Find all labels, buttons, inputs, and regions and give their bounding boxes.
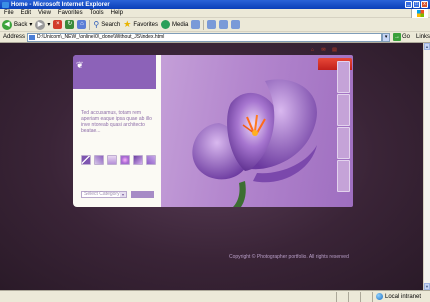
address-bar: Address D:\Unicom\_NEW_\online\0\_done\W… (0, 32, 430, 43)
go-label: Go (401, 34, 410, 40)
edit-icon[interactable] (231, 20, 241, 29)
address-dropdown-icon[interactable]: ▾ (382, 32, 390, 42)
menu-bar: File Edit View Favorites Tools Help (0, 9, 430, 18)
thumbnail[interactable] (120, 155, 130, 165)
maximize-button[interactable]: □ (413, 1, 420, 8)
sitemap-icon[interactable]: ▤ (332, 48, 337, 53)
refresh-icon[interactable]: ↻ (65, 20, 75, 29)
menu-tools[interactable]: Tools (90, 10, 104, 16)
status-bar: Local intranet (0, 290, 430, 302)
forward-button[interactable]: ▶ ▾ (35, 19, 50, 30)
flower-stem (233, 181, 246, 207)
address-input[interactable]: D:\Unicom\_NEW_\online\0\_done\Without_J… (27, 32, 383, 42)
page-icon (29, 34, 36, 40)
title-bar: Home - Microsoft Internet Explorer _ □ x (0, 0, 430, 9)
category-select[interactable]: Select Category ▾ (81, 191, 127, 198)
favorites-button[interactable]: ★ Favorites (123, 19, 158, 30)
forward-arrow-icon: ▶ (35, 19, 46, 30)
toolbar-separator (203, 19, 205, 30)
chevron-down-icon[interactable]: ▾ (29, 21, 32, 28)
go-arrow-icon: → (392, 33, 401, 41)
stop-icon[interactable]: × (53, 20, 63, 29)
scroll-down-icon[interactable]: ▼ (424, 283, 430, 290)
chevron-down-icon: ▾ (120, 192, 126, 197)
hero-photo (161, 55, 353, 207)
nav-tab[interactable] (337, 61, 350, 93)
back-label: Back (14, 21, 28, 28)
menu-edit[interactable]: Edit (21, 10, 31, 16)
scroll-up-icon[interactable]: ▲ (424, 43, 430, 50)
status-segment (336, 291, 348, 302)
media-button[interactable]: Media (161, 20, 188, 29)
windows-logo-icon (411, 9, 428, 18)
toolbar: ◀ Back ▾ ▶ ▾ × ↻ ⌂ ⚲ Search ★ Favorites … (0, 18, 430, 32)
vertical-scrollbar[interactable]: ▲ ▼ (423, 43, 430, 290)
toolbar-separator (89, 19, 91, 30)
logo-icon: ❦ (76, 60, 84, 70)
address-url: D:\Unicom\_NEW_\online\0\_done\Without_J… (37, 33, 165, 40)
mail-icon[interactable]: ✉ (321, 48, 326, 53)
zone-label: Local intranet (385, 293, 422, 300)
search-icon: ⚲ (93, 20, 100, 29)
top-icons: ⌂ ✉ ▤ (310, 48, 337, 53)
go-button[interactable]: → Go (392, 33, 410, 41)
print-icon[interactable] (219, 20, 229, 29)
thumbnail[interactable] (94, 155, 104, 165)
status-segment (360, 291, 372, 302)
home-icon[interactable]: ⌂ (310, 48, 315, 53)
globe-icon (376, 293, 383, 300)
security-zone: Local intranet (372, 291, 430, 302)
media-label: Media (172, 21, 189, 28)
favorites-label: Favorites (133, 21, 159, 28)
thumbnail[interactable] (81, 155, 91, 165)
close-button[interactable]: x (421, 1, 428, 8)
thumbnail[interactable] (107, 155, 117, 165)
media-icon (161, 20, 171, 29)
search-button[interactable]: ⚲ Search (93, 20, 120, 29)
status-text-area (0, 292, 336, 302)
category-go-button[interactable] (131, 191, 154, 198)
search-label: Search (101, 21, 121, 28)
logo-box[interactable]: ❦ (73, 55, 156, 89)
category-select-label: Select Category (84, 191, 120, 197)
minimize-button[interactable]: _ (405, 1, 412, 8)
left-panel: ❦ Ted accusamus, totam rem aperiam eaque… (73, 55, 161, 207)
thumbnail[interactable] (133, 155, 143, 165)
right-nav (337, 61, 350, 193)
crocus-flower-image (192, 79, 317, 207)
menu-favorites[interactable]: Favorites (58, 10, 83, 16)
ie-icon (2, 1, 9, 8)
menu-file[interactable]: File (4, 10, 14, 16)
back-arrow-icon: ◀ (2, 19, 12, 30)
thumbnail-strip (81, 155, 156, 165)
nav-tab[interactable] (337, 94, 350, 126)
chevron-down-icon[interactable]: ▾ (47, 21, 50, 28)
star-icon: ★ (123, 19, 132, 29)
intro-text: Ted accusamus, totam rem aperiam eaque i… (81, 110, 152, 134)
copyright-text: Copyright © Photographer portfolio. All … (229, 254, 349, 260)
history-icon[interactable] (191, 20, 201, 29)
back-button[interactable]: ◀ Back ▾ (2, 19, 32, 30)
window-title: Home - Microsoft Internet Explorer (11, 1, 110, 8)
links-button[interactable]: Links (416, 34, 430, 40)
address-label: Address (3, 34, 26, 40)
menu-view[interactable]: View (38, 10, 51, 16)
nav-tab[interactable] (337, 160, 350, 192)
window-controls: _ □ x (405, 1, 428, 8)
status-segment (348, 291, 360, 302)
home-icon[interactable]: ⌂ (77, 20, 87, 29)
site-frame: ❦ Ted accusamus, totam rem aperiam eaque… (73, 55, 353, 207)
nav-tab[interactable] (337, 127, 350, 159)
menu-help[interactable]: Help (111, 10, 123, 16)
mail-icon[interactable] (207, 20, 217, 29)
